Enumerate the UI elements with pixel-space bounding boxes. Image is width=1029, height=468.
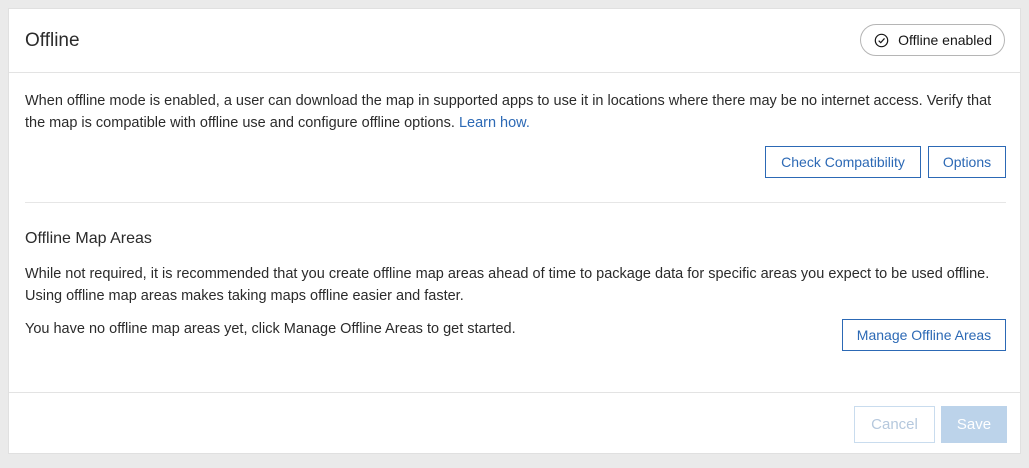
section-divider — [25, 202, 1006, 203]
status-label: Offline enabled — [898, 32, 992, 48]
cancel-button[interactable]: Cancel — [854, 406, 935, 443]
learn-how-link[interactable]: Learn how. — [459, 115, 530, 131]
intro-text: When offline mode is enabled, a user can… — [25, 90, 1015, 134]
offline-settings-panel: Offline Offline enabled When offline mod… — [8, 8, 1021, 454]
empty-areas-message: You have no offline map areas yet, click… — [25, 321, 516, 337]
save-button[interactable]: Save — [941, 406, 1007, 443]
offline-map-areas-title: Offline Map Areas — [25, 230, 152, 247]
options-button[interactable]: Options — [928, 146, 1006, 178]
footer-divider — [9, 392, 1020, 393]
page-title: Offline — [25, 30, 80, 51]
offline-enabled-badge: Offline enabled — [860, 24, 1005, 56]
check-circle-icon — [874, 33, 889, 48]
check-compatibility-button[interactable]: Check Compatibility — [765, 146, 921, 178]
manage-offline-areas-button[interactable]: Manage Offline Areas — [842, 319, 1006, 351]
offline-map-areas-description: While not required, it is recommended th… — [25, 266, 990, 304]
panel-header: Offline Offline enabled — [9, 9, 1020, 73]
